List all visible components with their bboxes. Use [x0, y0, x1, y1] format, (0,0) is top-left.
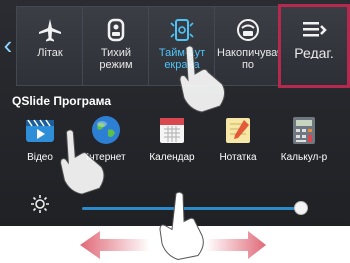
quick-setting-airplane[interactable]: Літак — [16, 6, 84, 86]
brightness-icon — [30, 194, 50, 214]
app-label: Нотатка — [219, 152, 257, 163]
tap-gesture-hand-icon — [60, 129, 105, 195]
app-label: Калькул-р — [280, 152, 328, 163]
edit-button-label: Редаг. — [294, 47, 334, 59]
qslide-app-calendar[interactable]: Календар — [140, 112, 204, 172]
brightness-slider-thumb[interactable] — [294, 201, 309, 215]
scroll-left-chevron-icon[interactable]: ‹ — [0, 30, 16, 60]
qslide-title: QSlide Програма — [12, 94, 112, 108]
swipe-right-arrow-icon — [206, 231, 266, 259]
qslide-app-calculator[interactable]: Калькул-р — [272, 112, 336, 172]
quick-setting-label: Тихий режим — [99, 47, 133, 71]
memo-icon — [222, 114, 254, 146]
quick-setting-label: Літак — [37, 47, 63, 59]
quick-setting-silent[interactable]: Тихий режим — [82, 6, 150, 86]
silent-mode-icon — [83, 7, 149, 47]
swipe-left-arrow-icon — [80, 231, 150, 259]
tap-gesture-hand-icon — [179, 45, 226, 113]
airplane-icon — [17, 7, 83, 47]
app-label: Календар — [149, 152, 195, 163]
storage-icon — [215, 7, 281, 47]
qslide-app-memo[interactable]: Нотатка — [206, 112, 270, 172]
swipe-gesture-hand-icon — [159, 191, 204, 261]
screen-timeout-icon — [149, 7, 215, 47]
calculator-icon — [288, 114, 320, 146]
calendar-icon — [156, 114, 188, 146]
edit-button[interactable]: Редаг. — [278, 4, 350, 88]
edit-list-icon — [281, 7, 347, 47]
